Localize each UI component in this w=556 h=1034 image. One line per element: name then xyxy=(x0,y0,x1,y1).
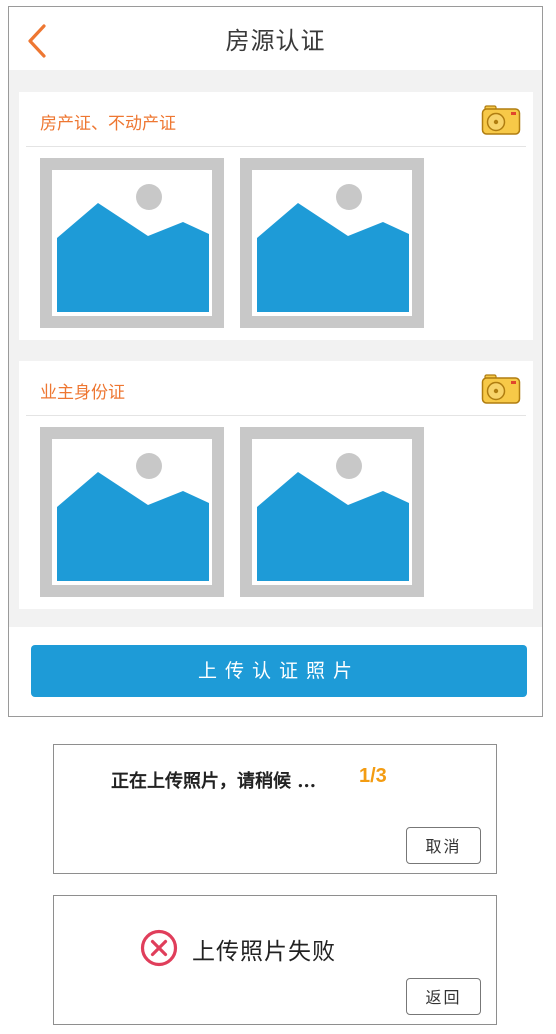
image-placeholder-icon xyxy=(40,427,224,597)
property-certificate-section: 房产证、不动产证 xyxy=(19,92,533,340)
progress-count: 1/3 xyxy=(359,765,387,787)
photo-placeholder[interactable] xyxy=(240,427,424,597)
progress-message: 正在上传照片，请稍候 ... xyxy=(111,771,317,792)
section-title: 房产证、不动产证 xyxy=(40,114,176,134)
section-divider xyxy=(26,415,526,416)
back-button[interactable]: 返回 xyxy=(406,978,481,1015)
upload-fail-dialog: 上传照片失败 返回 xyxy=(53,895,497,1025)
error-circle-icon xyxy=(140,929,178,967)
upload-progress-dialog: 正在上传照片，请稍候 ... 1/3 取消 xyxy=(53,744,497,874)
phone-screen: 房源认证 房产证、不动产证 业主身份证 上传认证照片 xyxy=(8,6,543,717)
content-area: 房产证、不动产证 业主身份证 xyxy=(9,70,542,627)
section-divider xyxy=(26,146,526,147)
image-placeholder-icon xyxy=(40,158,224,328)
camera-button[interactable] xyxy=(481,373,521,405)
camera-button[interactable] xyxy=(481,104,521,136)
cancel-button[interactable]: 取消 xyxy=(406,827,481,864)
fail-message: 上传照片失败 xyxy=(192,939,336,965)
owner-id-section: 业主身份证 xyxy=(19,361,533,609)
image-placeholder-icon xyxy=(240,427,424,597)
upload-button[interactable]: 上传认证照片 xyxy=(31,645,527,697)
camera-icon xyxy=(481,105,521,135)
section-header: 业主身份证 xyxy=(19,361,533,416)
photo-placeholder[interactable] xyxy=(40,427,224,597)
bottom-bar: 上传认证照片 xyxy=(9,627,542,716)
page-title: 房源认证 xyxy=(225,27,326,55)
section-title: 业主身份证 xyxy=(40,383,125,403)
camera-icon xyxy=(481,374,521,404)
section-header: 房产证、不动产证 xyxy=(19,92,533,147)
nav-bar: 房源认证 xyxy=(9,7,542,70)
photo-placeholder[interactable] xyxy=(40,158,224,328)
photo-placeholder[interactable] xyxy=(240,158,424,328)
image-placeholder-icon xyxy=(240,158,424,328)
